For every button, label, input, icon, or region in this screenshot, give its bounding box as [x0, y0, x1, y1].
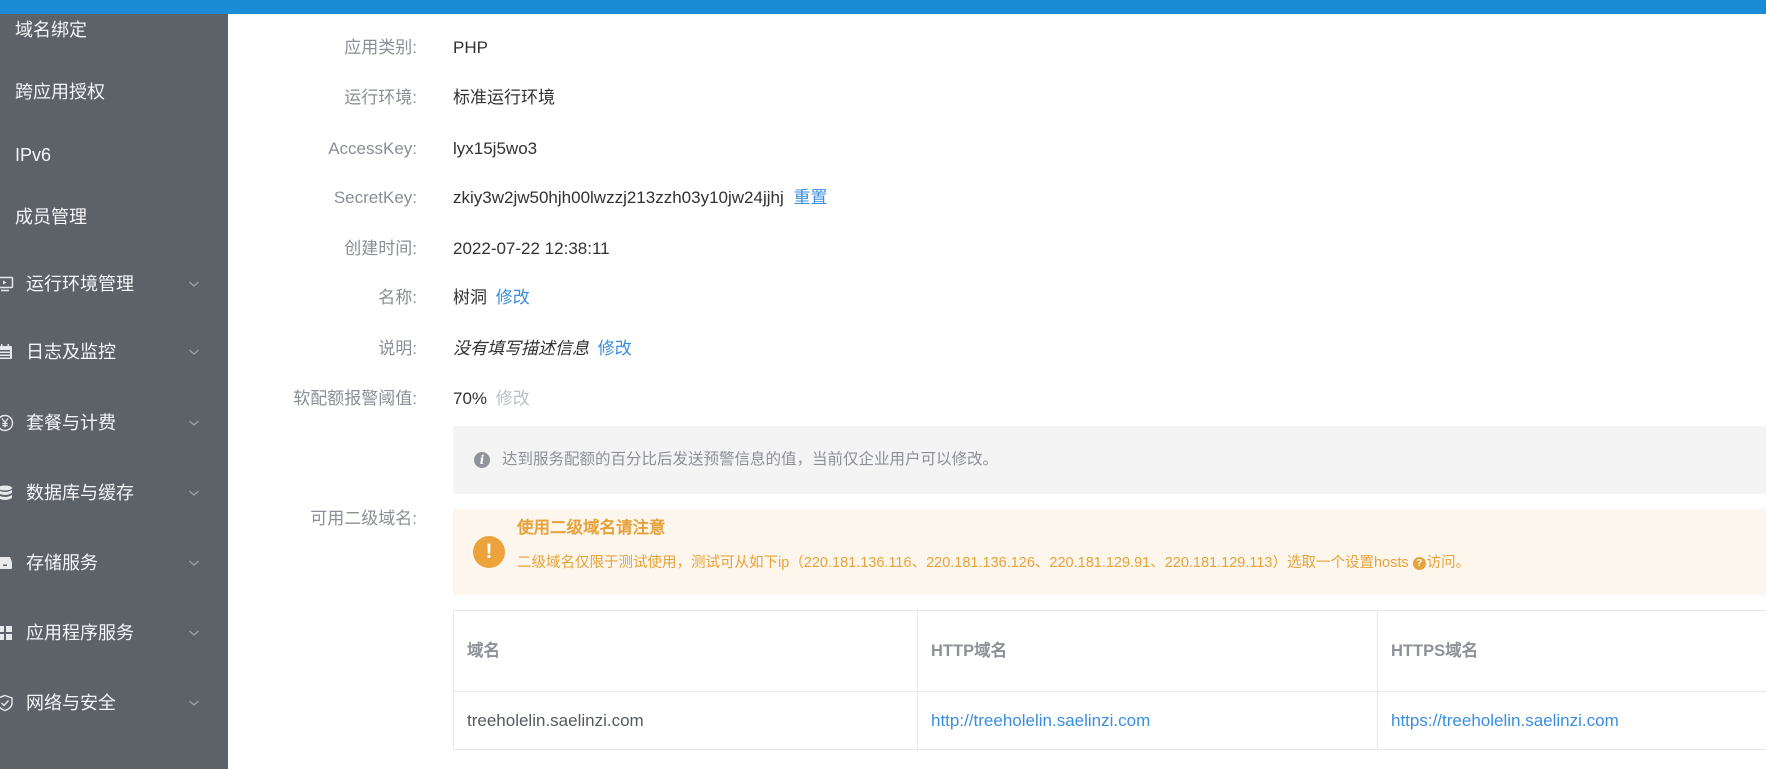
app-root: 域名绑定 跨应用授权 IPv6 成员管理 运行环境管理 日志及监控 套餐与计费 …	[0, 0, 1766, 769]
name-value: 树洞	[453, 288, 487, 307]
chevron-down-icon	[189, 349, 199, 355]
description-row: 没有填写描述信息 修改	[453, 336, 632, 362]
description-value: 没有填写描述信息	[453, 339, 589, 358]
sidebar-item-label: 日志及监控	[26, 342, 116, 362]
edit-name-link[interactable]: 修改	[496, 288, 530, 307]
quota-info-text: 达到服务配额的百分比后发送预警信息的值，当前仅企业用户可以修改。	[502, 451, 999, 468]
warning-text-tail: 访问。	[1426, 555, 1471, 571]
sidebar-item-database[interactable]: 数据库与缓存	[0, 473, 228, 513]
help-icon[interactable]: ?	[1412, 557, 1426, 570]
subdomain-label: 可用二级域名:	[310, 509, 417, 528]
secret-key-label: SecretKey:	[333, 188, 417, 207]
app-type-label: 应用类别:	[344, 38, 417, 57]
access-key-value: lyx15j5wo3	[453, 139, 538, 158]
sidebar-item-ipv6[interactable]: IPv6	[0, 135, 228, 175]
quota-alert-label: 软配额报警阈值:	[293, 389, 417, 408]
sidebar-item-label: 跨应用授权	[15, 82, 105, 102]
name-label: 名称:	[378, 288, 417, 307]
shield-icon	[0, 694, 14, 712]
sidebar-item-label: IPv6	[15, 145, 52, 165]
warning-title: 使用二级域名请注意	[517, 519, 666, 537]
chevron-down-icon	[189, 630, 199, 636]
sidebar: 域名绑定 跨应用授权 IPv6 成员管理 运行环境管理 日志及监控 套餐与计费 …	[0, 14, 228, 769]
column-header-domain: 域名	[453, 610, 917, 691]
chevron-down-icon	[189, 281, 199, 287]
sidebar-item-label: 运行环境管理	[26, 274, 134, 294]
chevron-down-icon	[189, 560, 199, 566]
calendar-icon	[0, 343, 14, 361]
chevron-down-icon	[189, 700, 199, 706]
chevron-down-icon	[189, 490, 199, 496]
reset-secret-key-link[interactable]: 重置	[793, 188, 827, 207]
https-domain-link[interactable]: https://treeholelin.saelinzi.com	[1391, 711, 1619, 730]
http-domain-link[interactable]: http://treeholelin.saelinzi.com	[931, 711, 1150, 730]
warning-text-main: 二级域名仅限于测试使用，测试可从如下ip（220.181.136.116、220…	[517, 555, 1409, 571]
table-cell-http-link: http://treeholelin.saelinzi.com	[917, 691, 1377, 750]
database-icon	[0, 484, 14, 502]
sidebar-item-runtime[interactable]: 运行环境管理	[0, 264, 228, 304]
sidebar-item-cross-app-auth[interactable]: 跨应用授权	[0, 72, 228, 112]
sidebar-item-app-services[interactable]: 应用程序服务	[0, 613, 228, 653]
grid-icon	[0, 624, 14, 642]
secret-key-value: zkiy3w2jw50hjh00lwzzj213zzh03y10jw24jjhj	[453, 188, 784, 207]
sidebar-item-label: 网络与安全	[26, 693, 116, 713]
access-key-label: AccessKey:	[328, 139, 417, 158]
column-header-http: HTTP域名	[917, 610, 1377, 691]
exclamation-icon: !	[473, 536, 505, 568]
secret-key-row: zkiy3w2jw50hjh00lwzzj213zzh03y10jw24jjhj…	[453, 185, 827, 211]
sidebar-item-network-security[interactable]: 网络与安全	[0, 683, 228, 723]
top-bar	[0, 0, 1766, 14]
sidebar-item-storage[interactable]: 存储服务	[0, 543, 228, 583]
sidebar-item-label: 套餐与计费	[26, 413, 116, 433]
sidebar-item-label: 存储服务	[26, 553, 98, 573]
app-type-value: PHP	[453, 38, 488, 57]
column-header-https: HTTPS域名	[1377, 610, 1766, 691]
info-icon: i	[474, 452, 490, 468]
quota-alert-row: 70% 修改	[453, 386, 530, 412]
name-row: 树洞 修改	[453, 285, 530, 311]
sidebar-item-domain-binding[interactable]: 域名绑定	[0, 14, 228, 50]
warning-text: 二级域名仅限于测试使用，测试可从如下ip（220.181.136.116、220…	[517, 552, 1470, 574]
chevron-down-icon	[189, 420, 199, 426]
quota-alert-value: 70%	[453, 389, 488, 408]
edit-quota-alert-link[interactable]: 修改	[496, 389, 530, 408]
sidebar-item-members[interactable]: 成员管理	[0, 197, 228, 237]
description-label: 说明:	[378, 339, 417, 358]
runtime-label: 运行环境:	[344, 88, 417, 107]
yen-icon	[0, 414, 14, 432]
created-time-label: 创建时间:	[344, 239, 417, 258]
runtime-value: 标准运行环境	[453, 88, 555, 107]
edit-description-link[interactable]: 修改	[598, 339, 632, 358]
subdomain-warning-box: ! 使用二级域名请注意 二级域名仅限于测试使用，测试可从如下ip（220.181…	[453, 509, 1766, 595]
sidebar-item-label: 应用程序服务	[26, 623, 134, 643]
table-cell-https-link: https://treeholelin.saelinzi.com	[1377, 691, 1766, 750]
sidebar-item-label: 数据库与缓存	[26, 483, 134, 503]
table-cell-domain: treeholelin.saelinzi.com	[453, 691, 917, 750]
subdomain-table: 域名 HTTP域名 HTTPS域名 treeholelin.saelinzi.c…	[453, 610, 1766, 750]
sidebar-item-billing[interactable]: 套餐与计费	[0, 403, 228, 443]
storage-icon	[0, 554, 14, 572]
sidebar-item-label: 成员管理	[15, 207, 87, 227]
quota-info-box: i 达到服务配额的百分比后发送预警信息的值，当前仅企业用户可以修改。	[453, 426, 1766, 494]
sidebar-item-label: 域名绑定	[15, 20, 87, 40]
monitor-icon	[0, 275, 14, 293]
sidebar-item-logs[interactable]: 日志及监控	[0, 332, 228, 372]
created-time-value: 2022-07-22 12:38:11	[453, 239, 610, 258]
